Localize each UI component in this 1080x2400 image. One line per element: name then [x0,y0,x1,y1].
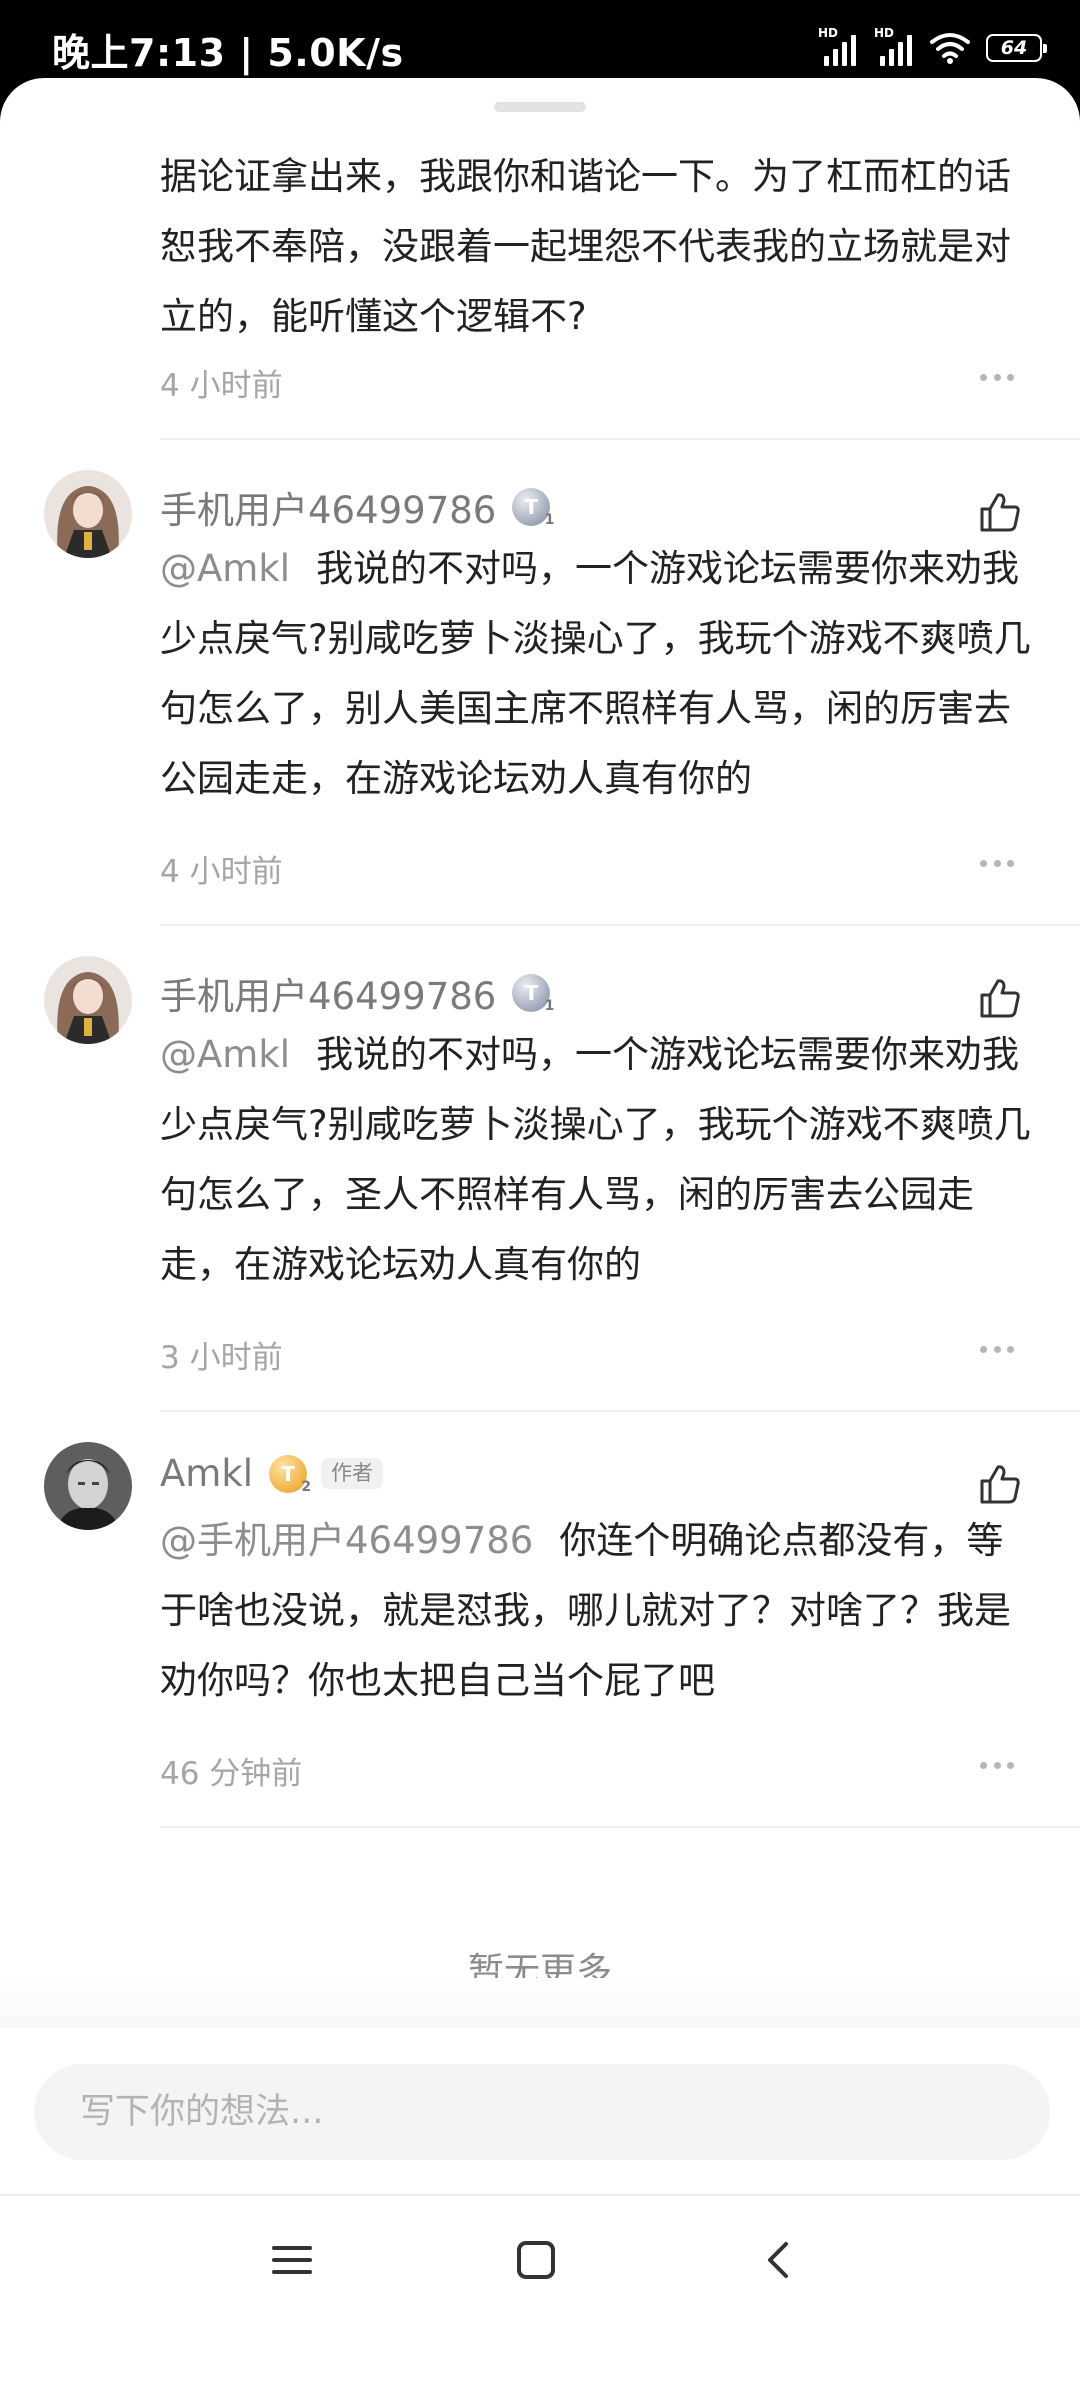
level-badge-icon: T2 [269,1454,311,1495]
author-badge: 作者 [321,1458,384,1489]
mention-link[interactable]: @Amkl [160,1033,290,1076]
comment-text: @Amkl 我说的不对吗，一个游戏论坛需要你来劝我少点戾气?别咸吃萝卜淡操心了，我… [160,547,1031,800]
comment-time: 3 小时前 [160,1340,283,1376]
status-time: 晚上7:13 | 5.0K/s [52,31,404,75]
comment-time: 4 小时前 [160,854,283,890]
comment-author[interactable]: 手机用户46499786 T1 [160,966,554,1020]
mention-link[interactable]: @手机用户46499786 [160,1519,533,1562]
avatar[interactable] [44,956,132,1044]
wifi-icon [930,33,970,64]
input-fade [0,1978,1080,2028]
level-badge-icon: T1 [512,974,554,1014]
thumbs-up-icon[interactable] [978,490,1022,534]
drag-handle[interactable] [494,102,586,112]
more-options-icon[interactable] [980,1346,1014,1356]
avatar[interactable] [44,1442,132,1530]
username[interactable]: 手机用户46499786 [160,966,496,1020]
comment-text: 据论证拿出来，我跟你和谐论一下。为了杠而杠的话恕我不奉陪，没跟着一起埋怨不代表我… [160,155,1011,338]
thumbs-up-icon[interactable] [978,1462,1022,1506]
divider [160,924,1080,926]
thumbs-up-icon[interactable] [978,976,1022,1020]
comment-time: 4 小时前 [160,368,283,404]
more-options-icon[interactable] [980,860,1014,870]
username[interactable]: 手机用户46499786 [160,480,496,534]
battery-level: 64 [1000,37,1028,59]
comment-input[interactable]: 写下你的想法... [34,2064,1050,2160]
battery-icon: 64 [986,34,1047,62]
comment-time: 46 分钟前 [160,1756,303,1792]
username[interactable]: Amkl [160,1452,253,1495]
comment-author[interactable]: 手机用户46499786 T1 [160,480,554,534]
more-options-icon[interactable] [980,374,1014,384]
mention-link[interactable]: @Amkl [160,547,290,590]
signal-icon: HD [818,26,858,66]
navigation-bar [0,2194,1080,2322]
back-icon[interactable] [750,2230,810,2290]
signal-icon: HD [874,26,914,66]
divider [160,1826,1080,1828]
status-icons: HD HD 64 [818,26,1047,66]
more-options-icon[interactable] [980,1762,1014,1772]
divider [160,1410,1080,1412]
avatar[interactable] [44,470,132,558]
divider [160,438,1080,440]
comment-text: @手机用户46499786 你连个明确论点都没有，等于啥也没说，就是怼我，哪儿就对… [160,1519,1011,1702]
comment-author[interactable]: Amkl T2 作者 [160,1452,384,1495]
home-icon[interactable] [506,2230,566,2290]
menu-icon[interactable] [262,2230,322,2290]
level-badge-icon: T1 [512,488,554,528]
comment-text: @Amkl 我说的不对吗，一个游戏论坛需要你来劝我少点戾气?别咸吃萝卜淡操心了，我… [160,1033,1031,1286]
